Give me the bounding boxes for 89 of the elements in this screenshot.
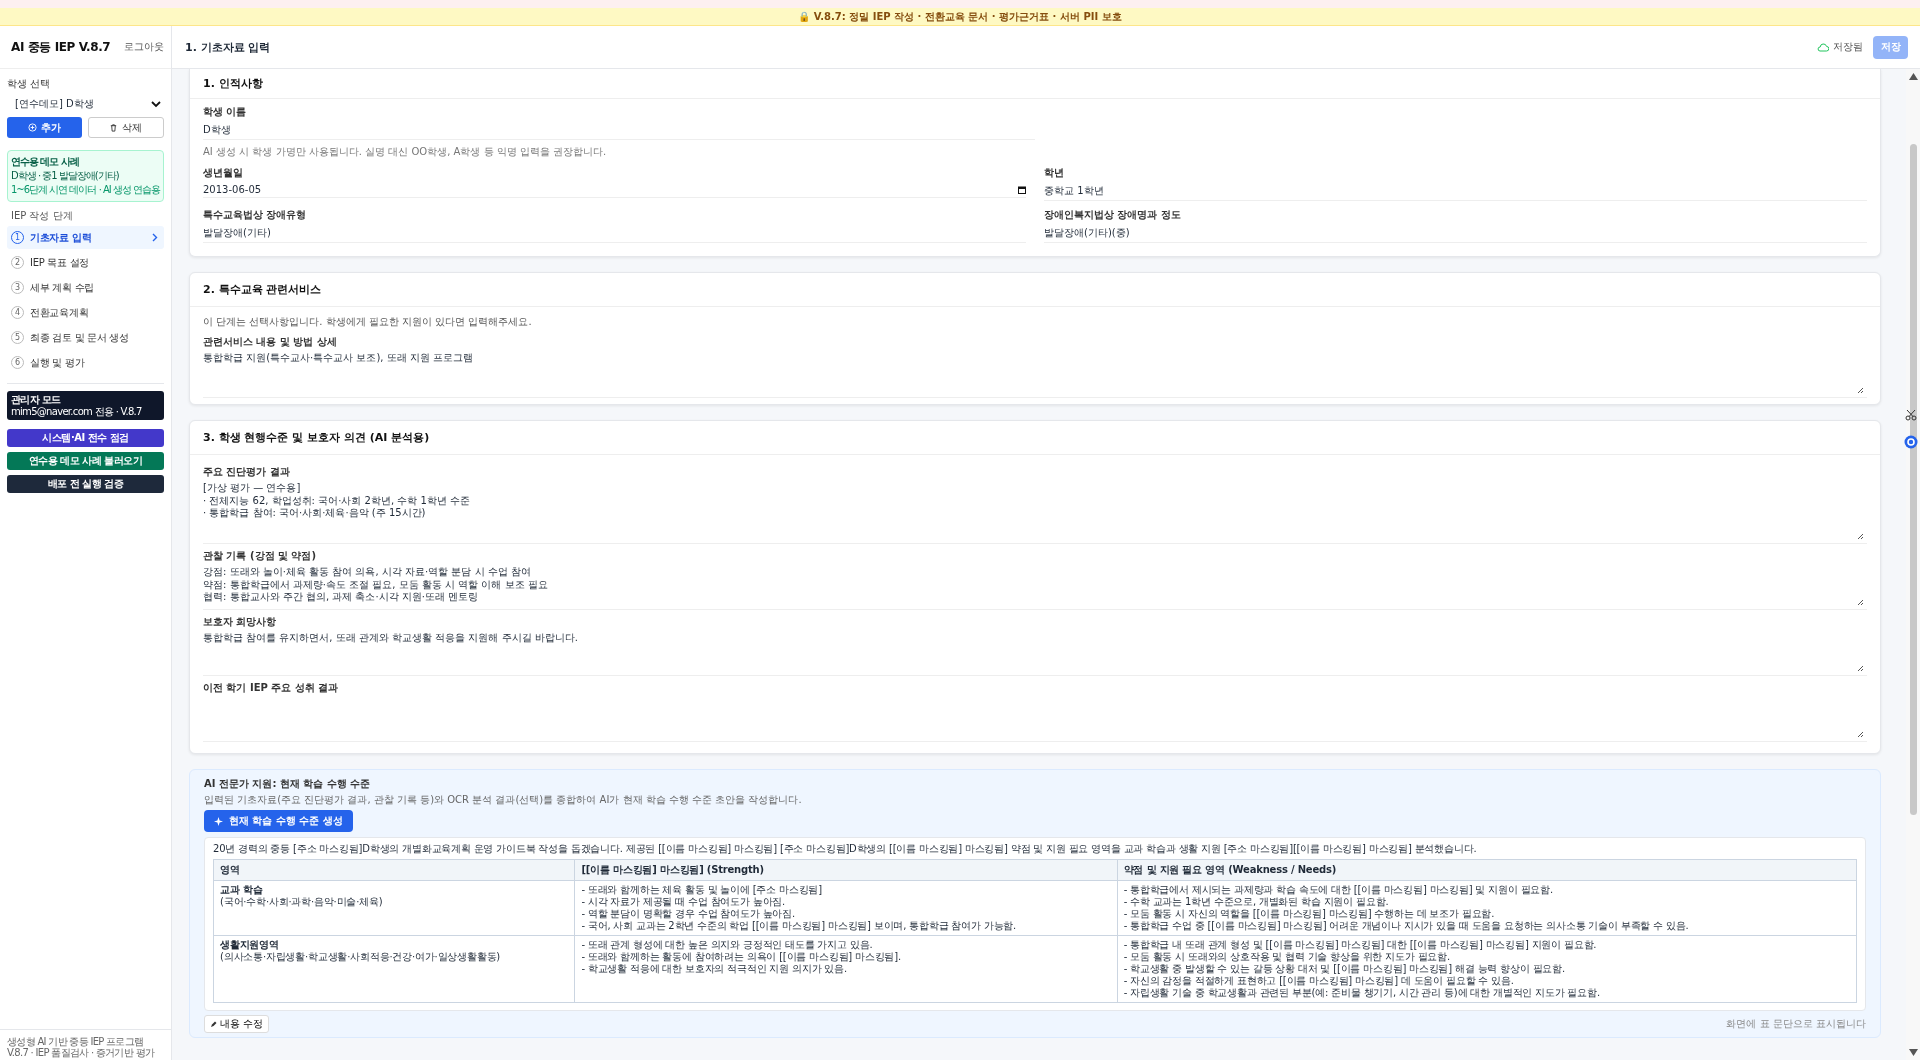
column-header: 영역 <box>213 859 575 881</box>
step-label: 최종 검토 및 문서 생성 <box>30 330 130 345</box>
plus-circle-icon <box>27 123 37 132</box>
field-label: 이전 학기 IEP 주요 성취 결과 <box>203 681 340 695</box>
pencil-icon <box>210 1020 217 1028</box>
table-cell: - 또래와 함께하는 체육 활동 및 놀이에 [주소 마스킹됨] - 시각 자료가 제공될 때 수업 참여도가 높아짐. - 역할 분담이 명확할 경우 수업 참여도가 높아짐. - 국어, 사회 교과는 2학년 수준의 학업 [[이름 마스킹됨] 마스킹됨] 보이며, 통합학급 참여가 가능함. <box>574 880 1118 936</box>
saved-status: 저장됨 <box>1817 40 1863 54</box>
table-cell: 생활지원영역 (의사소통·자립생활·학교생활·사회적응·건강·여가·일상생활활동) <box>213 935 575 1003</box>
section-title: 2. 특수교육 관련서비스 <box>190 273 1880 307</box>
footer-text: 생성형 AI 기반 중등 IEP 프로그램 <box>7 1036 145 1047</box>
field-label: 생년월일 <box>203 166 244 180</box>
delete-button[interactable]: 삭제 <box>87 117 164 138</box>
edit-button[interactable]: 내용 수정 <box>204 1015 270 1033</box>
step-label: IEP 목표 설정 <box>30 255 90 270</box>
column-header: [[이름 마스킹됨] 마스킹됨] (Strength) <box>574 859 1118 881</box>
field-label: 보호자 희망사항 <box>203 615 278 629</box>
footnote: 화면에 표 문단으로 표시됩니다 <box>1726 1017 1866 1031</box>
field-label: 관련서비스 내용 및 방법 상세 <box>203 335 338 349</box>
step-label: 기초자료 입력 <box>30 230 93 245</box>
table-cell: - 또래 관계 형성에 대한 높은 의지와 긍정적인 태도를 가지고 있음. - 또래와 함께하는 활동에 참여하려는 의욕이 [[이름 마스킹됨] 마스킹됨]. - 학교생활 적응에 대한 보호자의 적극적인 지원 의지가 있음. <box>574 935 1118 1003</box>
panel-title: AI 전문가 지원: 현재 학습 수행 수준 <box>204 777 372 791</box>
step-item[interactable]: 6 실행 및 평가 <box>7 351 164 374</box>
admin-button[interactable]: 시스템·AI 전수 점검 <box>7 429 164 447</box>
table-cell: - 통합학급에서 제시되는 과제량과 학습 속도에 대한 [[이름 마스킹됨] 마스킹됨] 및 지원이 필요함. - 수학 교과는 1학년 수준으로, 개별화된 학습 지원이 필요함. - 모둠 활동 시 자신의 역할을 [[이름 마스킹됨] 마스킹됨] 수행하는 데 보조가 필요함. - 통합학급 수업 중 [[이름 마스킹됨] 마스킹됨] 어려운 개념이나 지시가 있을 때 도움을 요청하는 의사소통 기술이 부족할 수 있음. <box>1117 880 1857 936</box>
panel-description: 입력된 기초자료(주요 진단평가 결과, 관찰 기록 등)와 OCR 분석 결과(선택)를 종합하여 AI가 현재 학습 수행 수준 초안을 작성합니다. <box>204 793 803 807</box>
scissors-icon[interactable] <box>1905 409 1917 421</box>
section-title: 3. 학생 현행수준 및 보호자 의견 (AI 분석용) <box>190 421 1880 455</box>
chevron-right-icon <box>152 233 158 242</box>
field-label: 특수교육법상 장애유형 <box>203 208 308 222</box>
text-area[interactable]: [가상 평가 — 연수용] · 전체지능 62, 학업성취: 국어·사회 2학년, 수학 1학년 수준 · 통합학급 참여: 국어·사회·체육·음악 (주 15시간) <box>203 482 1867 544</box>
page-title: 1. 기초자료 입력 <box>185 39 272 55</box>
date-field[interactable]: 2013-06-05 <box>203 183 1026 198</box>
logout-link[interactable]: 로그아웃 <box>124 40 164 54</box>
admin-button[interactable]: 배포 전 실행 검증 <box>7 475 164 493</box>
steps-label: IEP 작성 단계 <box>11 209 74 223</box>
generate-button[interactable]: 현재 학습 수행 수준 생성 <box>204 810 353 832</box>
step-label: 세부 계획 수립 <box>30 280 95 295</box>
student-select[interactable]: [연수데모] D학생 <box>7 95 164 117</box>
demo-text: D학생 · 중1 발달장애(기타) <box>11 169 119 183</box>
column-header: 약점 및 지원 필요 영역 (Weakness / Needs) <box>1117 859 1857 881</box>
privacy-note: AI 생성 시 학생 가명만 사용됩니다. 실명 대신 OO학생, A학생 등 익명 입력을 권장합니다. <box>203 145 608 159</box>
resize-handle-icon <box>1857 533 1864 540</box>
field-label: 주요 진단평가 결과 <box>203 465 291 479</box>
input-field[interactable]: 발달장애(기타)(중) <box>1044 225 1867 243</box>
resize-handle-icon <box>1857 387 1864 394</box>
name-field[interactable]: D학생 <box>203 122 1035 140</box>
step-label: 실행 및 평가 <box>30 355 86 370</box>
trash-icon <box>109 123 119 132</box>
cloud-icon <box>1817 42 1829 52</box>
resize-handle-icon <box>1857 665 1864 672</box>
scroll-down-icon <box>1908 1049 1918 1056</box>
step-item[interactable]: 1 기초자료 입력 <box>7 226 164 249</box>
table-cell: 교과 학습 (국어·수학·사회·과학·음악·미술·체육) <box>213 880 575 936</box>
input-field[interactable]: 중학교 1학년 <box>1044 183 1867 201</box>
step-item[interactable]: 3 세부 계획 수립 <box>7 276 164 299</box>
admin-title: 관리자 모드 <box>11 394 62 406</box>
app-title: AI 중등 IEP V.8.7 <box>11 38 111 56</box>
section-title: 1. 인적사항 <box>190 69 1880 99</box>
table-cell: - 통합학급 내 또래 관계 형성 및 [[이름 마스킹됨] 마스킹됨] 대한 [[이름 마스킹됨] 마스킹됨] 지원이 필요함. - 모둠 활동 시 또래와의 상호작용 및 협력 기술 향상을 위한 지도가 필요함. - 학교생활 중 발생할 수 있는 갈등 상황 대처 및 [[이름 마스킹됨] 마스킹됨] 해결 능력 향상이 필요함. - 자신의 감정을 적절하게 표현하고 [[이름 마스킹됨] 마스킹됨] 데 도움이 필요할 수 있음. - 자립생활 기술 중 학교생활과 관련된 부분(예: 준비물 챙기기, 시간 관리 등)에 대한 개별적인 지도가 필요함. <box>1117 935 1857 1003</box>
student-label: 학생 선택 <box>7 77 52 91</box>
field-label: 관찰 기록 (강점 및 약점) <box>203 549 318 563</box>
step-item[interactable]: 5 최종 검토 및 문서 생성 <box>7 326 164 349</box>
field-label: 장애인복지법상 장애명과 정도 <box>1044 208 1182 222</box>
result-intro: 20년 경력의 중등 [주소 마스킹됨]D학생의 개별화교육계획 운영 가이드북 작성을 돕겠습니다. 제공된 [[이름 마스킹됨] 마스킹됨] [주소 마스킹됨]D학생의 [[이름 마스킹됨] 마스킹됨] 약점 및 지원 필요 영역을 교과 학습과 생활 지원 [주소 마스킹됨][[이름 마스킹됨] 마스킹됨] 분석했습니다. <box>213 842 1478 856</box>
step-item[interactable]: 2 IEP 목표 설정 <box>7 251 164 274</box>
scroll-up-icon <box>1908 73 1918 80</box>
assistant-icon[interactable] <box>1904 435 1918 449</box>
text-area[interactable]: 통합학급 참여를 유지하면서, 또래 관계와 학교생활 적응을 지원해 주시길 바랍니다. <box>203 632 1867 676</box>
text-area[interactable]: 강점: 또래와 놀이·체육 활동 참여 의욕, 시각 자료·역할 분담 시 수업 참여 약점: 통합학급에서 과제량·속도 조절 필요, 모둠 활동 시 역할 이해 보조 필요 협력: 통합교사와 주간 협의, 과제 축소·시각 지원·또래 멘토링 <box>203 566 1867 610</box>
field-label: 학생 이름 <box>203 105 248 119</box>
banner-text: 🔒 V.8.7: 정밀 IEP 작성 · 전환교육 문서 · 평가근거표 · 서버 PII 보호 <box>798 9 1122 24</box>
resize-handle-icon <box>1857 599 1864 606</box>
chevron-down-icon <box>151 100 161 108</box>
admin-subtitle: mim5@naver.com 전용 · V.8.7 <box>11 405 143 417</box>
step-item[interactable]: 4 전환교육계획 <box>7 301 164 324</box>
footer-text: V.8.7 · IEP 품질검사 · 증거기반 평가 <box>7 1047 156 1058</box>
calendar-icon <box>1018 185 1026 194</box>
section-note: 이 단계는 선택사항입니다. 학생에게 필요한 지원이 있다면 입력해주세요. <box>203 315 533 329</box>
input-field[interactable]: 발달장애(기타) <box>203 225 1026 243</box>
admin-button[interactable]: 연수용 데모 사례 불러오기 <box>7 452 164 470</box>
scrollbar-thumb[interactable] <box>1909 144 1917 815</box>
sparkle-icon <box>214 816 223 826</box>
add-button[interactable]: 추가 <box>7 117 82 138</box>
demo-text: 1~6단계 시연 데이터 · AI 생성 연습용 <box>11 183 161 197</box>
demo-title: 연수용 데모 사례 <box>11 155 79 169</box>
field-label: 학년 <box>1044 166 1065 180</box>
resize-handle-icon <box>1857 731 1864 738</box>
step-label: 전환교육계획 <box>30 305 90 320</box>
text-area[interactable]: 통합학급 지원(특수교사·특수교사 보조), 또래 지원 프로그램 <box>203 352 1867 398</box>
